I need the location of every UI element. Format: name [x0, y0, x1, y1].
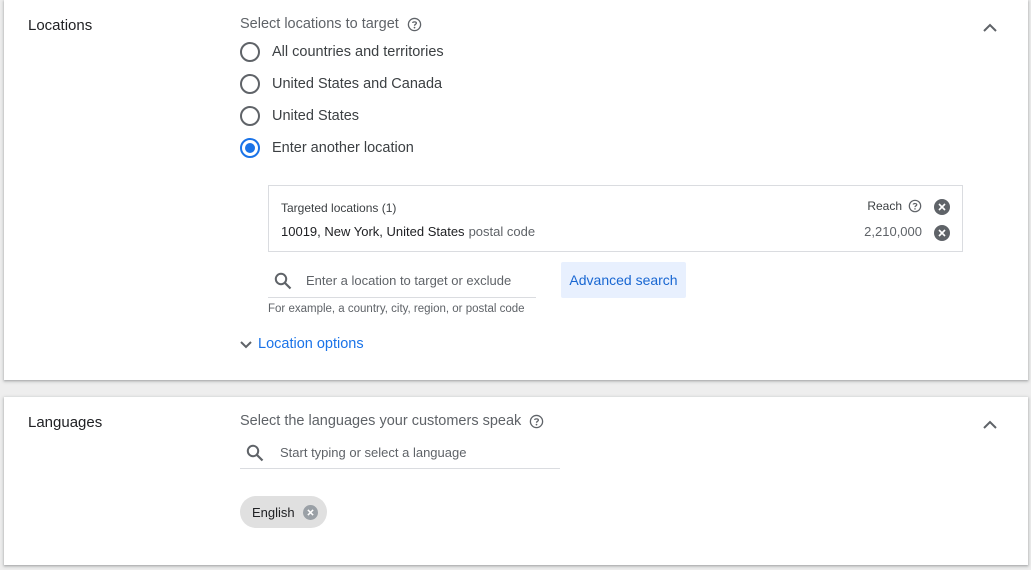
- remove-language-button[interactable]: [302, 504, 318, 520]
- location-search-hint: For example, a country, city, region, or…: [268, 303, 525, 315]
- search-icon: [246, 444, 264, 461]
- languages-prompt: Select the languages your customers spea…: [240, 413, 544, 429]
- languages-title: Languages: [28, 414, 103, 431]
- chevron-up-icon: [983, 420, 997, 429]
- location-name: 10019, New York, United States: [281, 224, 465, 239]
- remove-all-locations-button[interactable]: [934, 199, 950, 215]
- chip-label: English: [252, 504, 295, 520]
- help-icon[interactable]: [908, 199, 922, 213]
- radio-button[interactable]: [240, 74, 260, 94]
- location-type: postal code: [468, 224, 536, 239]
- reach-header: Reach: [867, 199, 922, 213]
- collapse-locations-button[interactable]: [980, 17, 1000, 37]
- radio-us-canada[interactable]: United States and Canada: [240, 74, 442, 94]
- chevron-down-icon: [240, 341, 252, 349]
- help-icon[interactable]: [529, 414, 544, 429]
- languages-card: Languages Select the languages your cust…: [4, 397, 1028, 565]
- radio-button[interactable]: [240, 42, 260, 62]
- close-icon: [306, 508, 314, 516]
- language-chip-english: English: [240, 496, 327, 528]
- help-icon[interactable]: [407, 17, 422, 32]
- locations-title: Locations: [28, 17, 93, 34]
- location-options-toggle[interactable]: Location options: [238, 336, 364, 352]
- radio-label: Enter another location: [272, 140, 414, 156]
- radio-label: United States: [272, 108, 360, 124]
- radio-label: United States and Canada: [272, 76, 443, 92]
- targeted-locations-header: Targeted locations (1): [281, 201, 397, 215]
- close-icon: [938, 203, 946, 211]
- search-icon: [274, 272, 292, 289]
- location-search-input[interactable]: Enter a location to target or exclude: [268, 264, 536, 298]
- radio-enter-another-location[interactable]: Enter another location: [240, 138, 414, 158]
- radio-button-selected[interactable]: [240, 138, 260, 158]
- radio-united-states[interactable]: United States: [240, 106, 359, 126]
- location-search-placeholder: Enter a location to target or exclude: [306, 273, 512, 288]
- language-search-input[interactable]: Start typing or select a language: [240, 437, 560, 469]
- targeted-locations-box: Targeted locations (1) Reach 10019, New …: [268, 185, 963, 252]
- radio-label: All countries and territories: [272, 44, 444, 60]
- radio-button[interactable]: [240, 106, 260, 126]
- language-search-placeholder: Start typing or select a language: [280, 445, 467, 460]
- reach-value: 2,210,000: [864, 224, 922, 239]
- reach-label: Reach: [867, 199, 902, 213]
- collapse-languages-button[interactable]: [980, 414, 1000, 434]
- locations-card: Locations Select locations to target All…: [4, 0, 1028, 380]
- location-options-label: Location options: [258, 336, 364, 352]
- targeted-location-row: 10019, New York, United States postal cod…: [281, 224, 535, 239]
- remove-location-button[interactable]: [934, 225, 950, 241]
- chevron-up-icon: [983, 23, 997, 32]
- locations-prompt: Select locations to target: [240, 16, 422, 32]
- advanced-search-button[interactable]: Advanced search: [561, 262, 686, 298]
- close-icon: [938, 229, 946, 237]
- radio-all-countries[interactable]: All countries and territories: [240, 42, 444, 62]
- locations-prompt-text: Select locations to target: [240, 16, 399, 32]
- languages-prompt-text: Select the languages your customers spea…: [240, 413, 522, 429]
